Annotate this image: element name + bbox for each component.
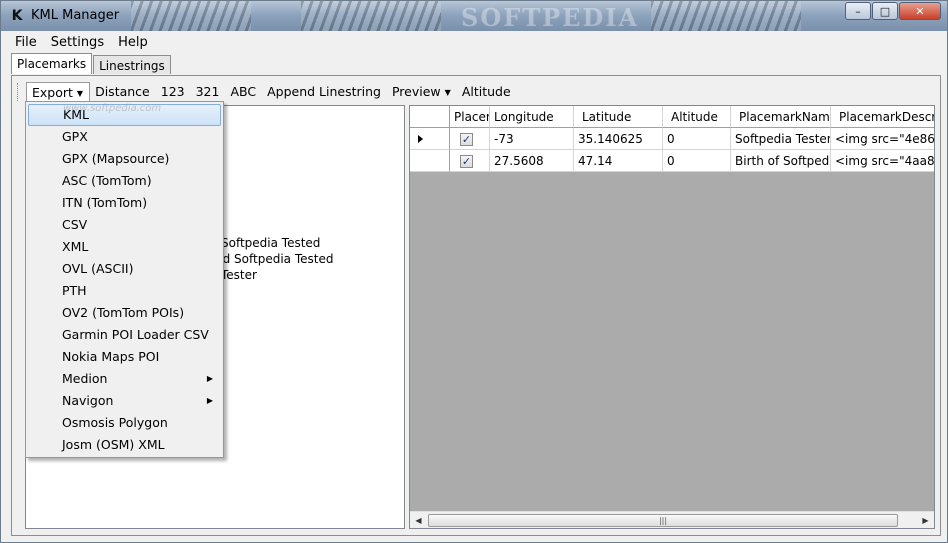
background-texture <box>131 1 251 31</box>
preview-label: Preview <box>391 84 441 99</box>
export-nokia-maps-poi[interactable]: Nokia Maps POI <box>28 346 221 368</box>
export-kml[interactable]: KML <box>28 104 221 126</box>
tab-strip: Placemarks Linestrings <box>11 53 172 75</box>
export-xml[interactable]: XML <box>28 236 221 258</box>
table-row[interactable]: ✓ -73 35.140625 0 Softpedia Tester ... <… <box>410 128 934 150</box>
latitude-cell[interactable]: 47.14 <box>574 150 663 172</box>
export-button[interactable]: Export ▼ <box>26 82 91 102</box>
column-header-placemark[interactable]: Placem <box>450 106 490 128</box>
export-pth[interactable]: PTH <box>28 280 221 302</box>
sort-321-button[interactable]: 321 <box>191 82 226 102</box>
close-icon: ✕ <box>915 4 925 18</box>
toolbar: Export ▼ Distance 123 321 ABC Append Line… <box>17 81 517 103</box>
tree-item[interactable]: Softpedia Tested <box>221 236 320 250</box>
background-texture <box>301 1 441 31</box>
table-row[interactable]: ✓ 27.5608 47.14 0 Birth of Softpedia... … <box>410 150 934 172</box>
tree-item[interactable]: nd Softpedia Tested <box>215 252 333 266</box>
export-ov2-tomtom-pois[interactable]: OV2 (TomTom POIs) <box>28 302 221 324</box>
sort-abc-button[interactable]: ABC <box>225 82 262 102</box>
scroll-right-icon[interactable]: ▶ <box>917 512 934 529</box>
column-header-altitude[interactable]: Altitude <box>663 106 731 128</box>
altitude-cell[interactable]: 0 <box>663 128 731 150</box>
export-ovl-ascii[interactable]: OVL (ASCII) <box>28 258 221 280</box>
export-navigon-label: Navigon <box>62 393 114 408</box>
maximize-button[interactable]: □ <box>872 2 898 20</box>
background-texture <box>651 1 801 31</box>
menu-settings[interactable]: Settings <box>45 32 112 54</box>
placemark-checkbox[interactable]: ✓ <box>460 155 473 168</box>
tab-linestrings[interactable]: Linestrings <box>93 55 171 74</box>
name-cell[interactable]: Softpedia Tester ... <box>731 128 831 150</box>
caption-buttons: – □ ✕ <box>844 2 941 20</box>
minimize-icon: – <box>855 4 861 18</box>
export-medion-label: Medion <box>62 371 108 386</box>
name-cell[interactable]: Birth of Softpedia... <box>731 150 831 172</box>
preview-button[interactable]: Preview ▼ <box>387 82 457 102</box>
placemark-checkbox[interactable]: ✓ <box>460 133 473 146</box>
tab-placemarks[interactable]: Placemarks <box>11 53 93 74</box>
export-garmin-poi-csv[interactable]: Garmin POI Loader CSV <box>28 324 221 346</box>
column-header-latitude[interactable]: Latitude <box>574 106 663 128</box>
altitude-cell[interactable]: 0 <box>663 150 731 172</box>
export-navigon[interactable]: Navigon ▶ <box>28 390 221 412</box>
current-row-arrow-icon <box>418 135 423 143</box>
menu-help[interactable]: Help <box>112 32 156 54</box>
row-header[interactable] <box>410 128 450 150</box>
export-gpx-mapsource[interactable]: GPX (Mapsource) <box>28 148 221 170</box>
export-label: Export <box>32 85 73 100</box>
altitude-button[interactable]: Altitude <box>457 82 517 102</box>
app-window: SOFTPEDIA K KML Manager – □ ✕ File Setti… <box>0 0 948 543</box>
horizontal-scrollbar[interactable]: ◀ ||| ▶ <box>410 511 934 528</box>
submenu-arrow-icon: ▶ <box>206 396 213 405</box>
grid-header: Placem Longitude Latitude Altitude Place… <box>410 106 934 128</box>
submenu-arrow-icon: ▶ <box>206 374 213 383</box>
app-icon: K <box>11 8 23 24</box>
column-header-longitude[interactable]: Longitude <box>490 106 574 128</box>
sort-123-button[interactable]: 123 <box>156 82 191 102</box>
distance-button[interactable]: Distance <box>90 82 156 102</box>
export-itn-tomtom[interactable]: ITN (TomTom) <box>28 192 221 214</box>
placemark-grid: Placem Longitude Latitude Altitude Place… <box>409 105 935 529</box>
export-menu: KML GPX GPX (Mapsource) ASC (TomTom) ITN… <box>25 101 224 458</box>
minimize-button[interactable]: – <box>845 2 871 20</box>
menu-bar: File Settings Help <box>9 32 156 54</box>
longitude-cell[interactable]: -73 <box>490 128 574 150</box>
description-cell[interactable]: <img src="4aa8.jpg" <box>831 150 934 172</box>
maximize-icon: □ <box>879 4 891 18</box>
description-cell[interactable]: <img src="4e86.jpg" <box>831 128 934 150</box>
chevron-down-icon: ▼ <box>444 87 451 97</box>
menu-file[interactable]: File <box>9 32 45 54</box>
placemark-checkbox-cell: ✓ <box>450 150 490 172</box>
row-header[interactable] <box>410 150 450 172</box>
scrollbar-thumb[interactable]: ||| <box>428 514 898 527</box>
chevron-down-icon: ▼ <box>76 88 84 98</box>
export-asc-tomtom[interactable]: ASC (TomTom) <box>28 170 221 192</box>
column-header-description[interactable]: PlacemarkDescription <box>831 106 934 128</box>
longitude-cell[interactable]: 27.5608 <box>490 150 574 172</box>
window-title: KML Manager <box>31 8 120 23</box>
grid-corner[interactable] <box>410 106 450 128</box>
export-osmosis-polygon[interactable]: Osmosis Polygon <box>28 412 221 434</box>
title-bar[interactable]: SOFTPEDIA K KML Manager – □ ✕ <box>1 1 947 32</box>
export-csv[interactable]: CSV <box>28 214 221 236</box>
toolbar-grip[interactable] <box>17 83 20 101</box>
column-header-name[interactable]: PlacemarkName <box>731 106 831 128</box>
title-watermark: SOFTPEDIA <box>461 3 640 32</box>
export-medion[interactable]: Medion ▶ <box>28 368 221 390</box>
tree-item[interactable]: Tester <box>221 268 257 282</box>
append-linestring-button[interactable]: Append Linestring <box>262 82 387 102</box>
placemark-checkbox-cell: ✓ <box>450 128 490 150</box>
close-button[interactable]: ✕ <box>899 2 941 20</box>
export-gpx[interactable]: GPX <box>28 126 221 148</box>
export-josm-osm-xml[interactable]: Josm (OSM) XML <box>28 434 221 456</box>
scroll-left-icon[interactable]: ◀ <box>410 512 427 529</box>
latitude-cell[interactable]: 35.140625 <box>574 128 663 150</box>
